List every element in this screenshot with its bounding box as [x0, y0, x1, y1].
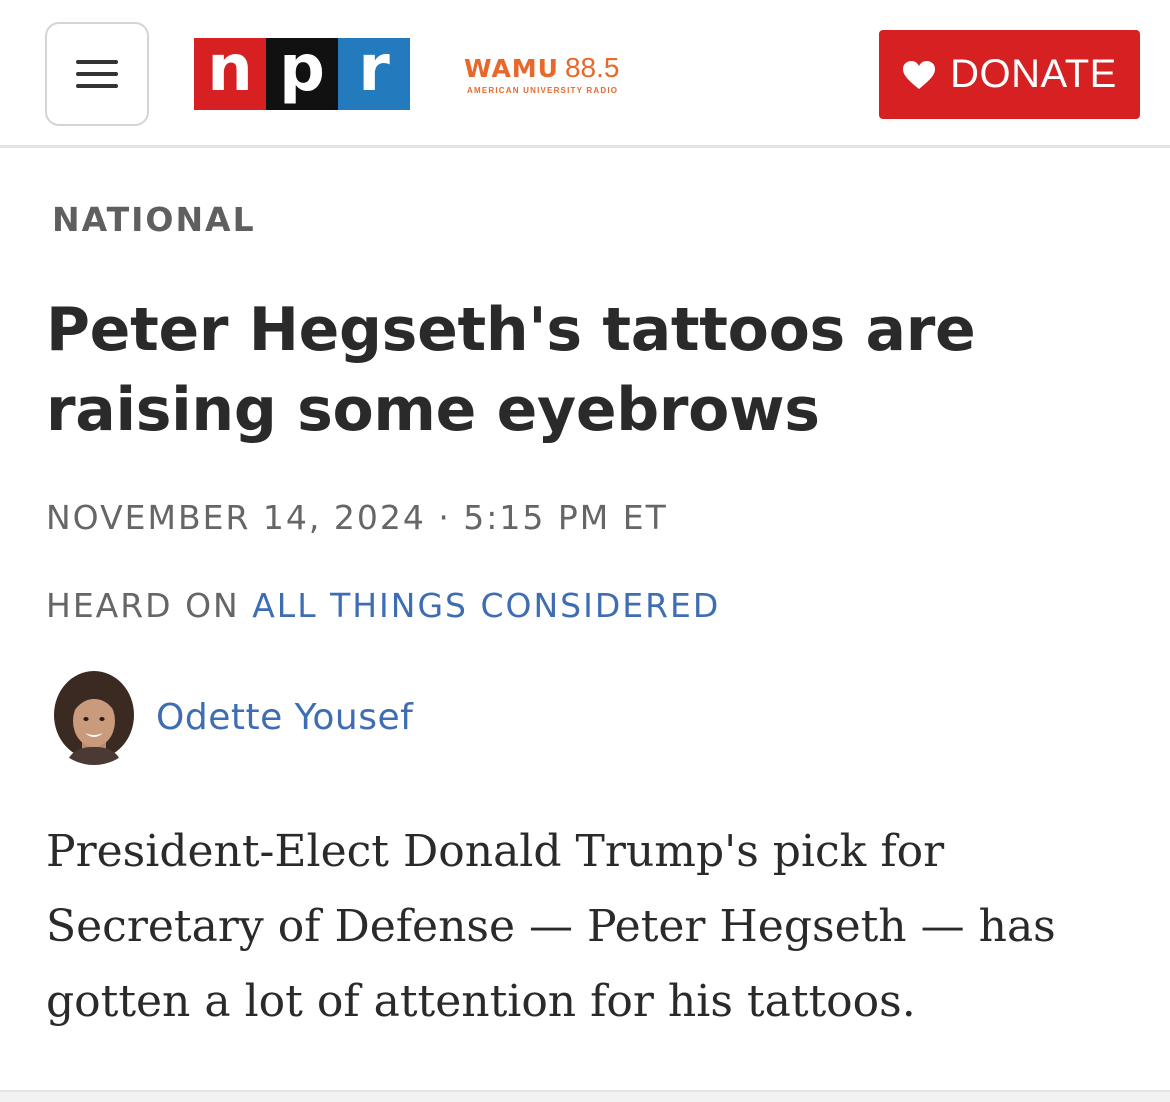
npr-logo-r: r [338, 37, 410, 110]
station-name: WAMU [464, 54, 559, 83]
npr-article-page: n p r WAMU 88.5 AMERICAN UNIVERSITY RADI… [0, 0, 1170, 1102]
program-link[interactable]: ALL THINGS CONSIDERED [252, 586, 720, 625]
section-link[interactable]: NATIONAL [52, 200, 256, 239]
article-dateline: NOVEMBER 14, 2024 · 5:15 PM ET [46, 498, 668, 537]
donate-label: DONATE [950, 52, 1117, 96]
station-frequency: 88.5 [564, 52, 620, 83]
npr-logo-n: n [194, 37, 266, 110]
hamburger-menu-icon [76, 60, 118, 88]
author-avatar[interactable] [46, 669, 142, 765]
article-body: President-Elect Donald Trump's pick for … [46, 826, 1056, 1027]
byline: Odette Yousef [46, 669, 413, 765]
section-divider [0, 1090, 1170, 1102]
npr-logo[interactable]: n p r [194, 37, 410, 110]
station-subtitle: AMERICAN UNIVERSITY RADIO [467, 86, 619, 95]
heart-icon [903, 60, 936, 89]
article-headline: Peter Hegseth's tattoos are raising some… [46, 295, 976, 445]
author-link[interactable]: Odette Yousef [156, 697, 413, 738]
station-logo[interactable]: WAMU 88.5 AMERICAN UNIVERSITY RADIO [464, 52, 644, 95]
heard-on-line: HEARD ON ALL THINGS CONSIDERED [46, 586, 720, 625]
menu-button[interactable] [45, 22, 149, 126]
npr-logo-p: p [266, 37, 338, 110]
site-header: n p r WAMU 88.5 AMERICAN UNIVERSITY RADI… [0, 0, 1170, 148]
heard-on-prefix: HEARD ON [46, 586, 240, 625]
donate-button[interactable]: DONATE [879, 30, 1140, 119]
